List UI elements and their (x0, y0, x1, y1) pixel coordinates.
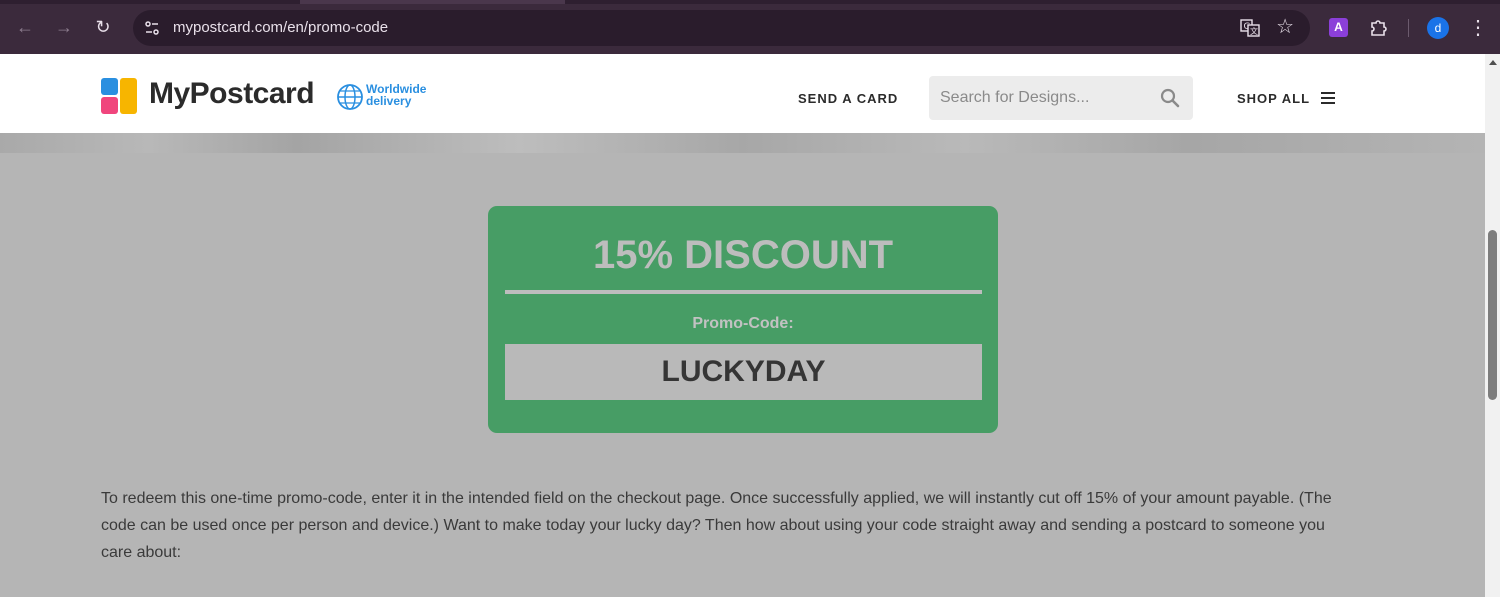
extensions-puzzle-icon[interactable] (1368, 16, 1390, 38)
search-icon[interactable] (1160, 88, 1180, 108)
globe-icon (337, 84, 363, 110)
promo-divider (505, 290, 982, 294)
promo-code-label: Promo-Code: (692, 315, 794, 332)
worldwide-delivery-label: Worldwide delivery (366, 83, 426, 107)
search-input[interactable]: Search for Designs... (929, 76, 1193, 120)
browser-toolbar: ← → ↻ mypostcard.com/en/promo-code G 文 ☆… (0, 0, 1500, 54)
svg-text:文: 文 (1250, 26, 1258, 36)
menu-hamburger-icon[interactable] (1321, 92, 1335, 104)
search-placeholder[interactable]: Search for Designs... (940, 76, 1089, 120)
scroll-thumb[interactable] (1488, 230, 1497, 400)
active-tab-edge[interactable] (300, 0, 565, 4)
address-bar[interactable]: mypostcard.com/en/promo-code G 文 ☆ (133, 10, 1310, 46)
scroll-up-arrow-icon[interactable] (1489, 60, 1497, 65)
profile-avatar[interactable]: d (1427, 17, 1449, 39)
translate-icon[interactable]: G 文 (1240, 18, 1260, 38)
logo-wordmark[interactable]: MyPostcard (149, 77, 315, 111)
hero-image-strip (0, 133, 1485, 153)
promo-description: To redeem this one-time promo-code, ente… (101, 490, 1332, 561)
promo-code-value[interactable]: LUCKYDAY (505, 344, 982, 400)
reload-icon[interactable]: ↻ (90, 14, 116, 40)
promo-card: 15% DISCOUNT Promo-Code: LUCKYDAY (488, 206, 998, 433)
url-text[interactable]: mypostcard.com/en/promo-code (173, 10, 388, 46)
toolbar-divider (1408, 19, 1409, 37)
browser-menu-icon[interactable]: ⋮ (1468, 14, 1488, 42)
discount-title: 15% DISCOUNT (592, 233, 894, 277)
extension-a-icon[interactable]: A (1329, 18, 1348, 37)
mypostcard-logo-icon[interactable] (101, 78, 137, 114)
site-settings-icon[interactable] (143, 19, 161, 37)
bookmark-star-icon[interactable]: ☆ (1276, 16, 1294, 38)
worldwide-line2: delivery (366, 94, 412, 108)
site-header: MyPostcard Worldwide delivery SEND A CAR… (0, 54, 1485, 133)
web-page: MyPostcard Worldwide delivery SEND A CAR… (0, 54, 1485, 597)
back-icon[interactable]: ← (12, 14, 38, 40)
tab-strip (0, 0, 1500, 4)
page-scrollbar[interactable] (1485, 54, 1500, 597)
nav-shop-all[interactable]: SHOP ALL (1237, 91, 1310, 106)
nav-send-a-card[interactable]: SEND A CARD (798, 91, 898, 106)
promo-code-box[interactable]: LUCKYDAY (505, 344, 982, 400)
forward-icon[interactable]: → (51, 14, 77, 40)
